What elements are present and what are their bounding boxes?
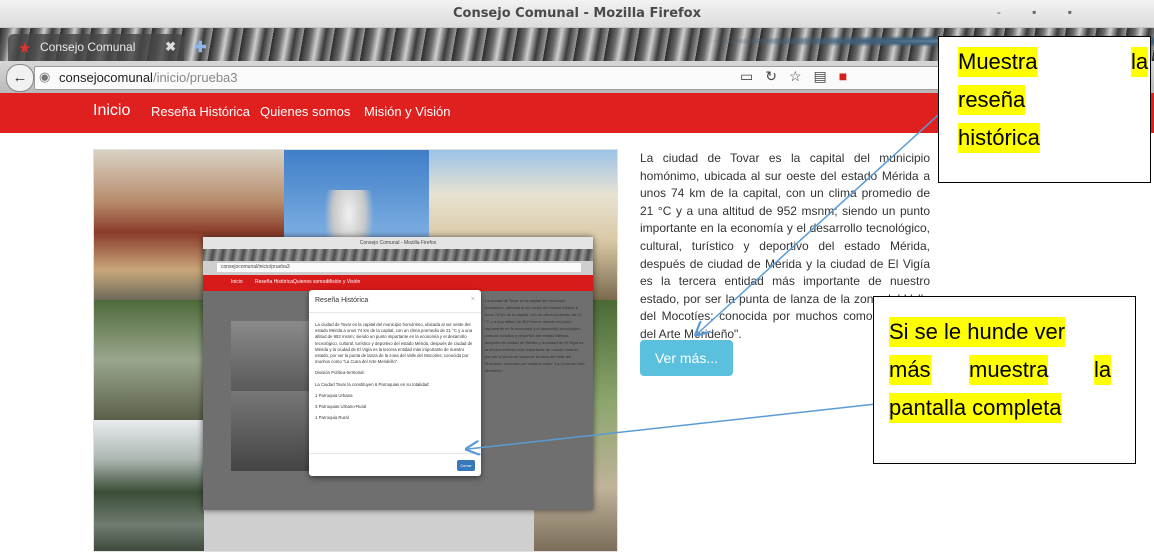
arrow-to-modal (468, 403, 877, 449)
callout-text: reseña (958, 85, 1026, 115)
callout-text: histórica (958, 123, 1040, 153)
callout-text: pantalla completa (889, 393, 1062, 423)
callout-ver-mas: Si se le hunde ver más muestra la pantal… (873, 296, 1136, 464)
callout-text: Si se le hunde ver (889, 317, 1066, 347)
callout-text: muestra (969, 355, 1049, 385)
callout-text: más (889, 355, 931, 385)
callout-resena: Muestra la reseña histórica (938, 36, 1151, 183)
callout-text: Muestra (958, 47, 1038, 77)
callout-text: la (1131, 47, 1149, 77)
callout-text: la (1094, 355, 1112, 385)
